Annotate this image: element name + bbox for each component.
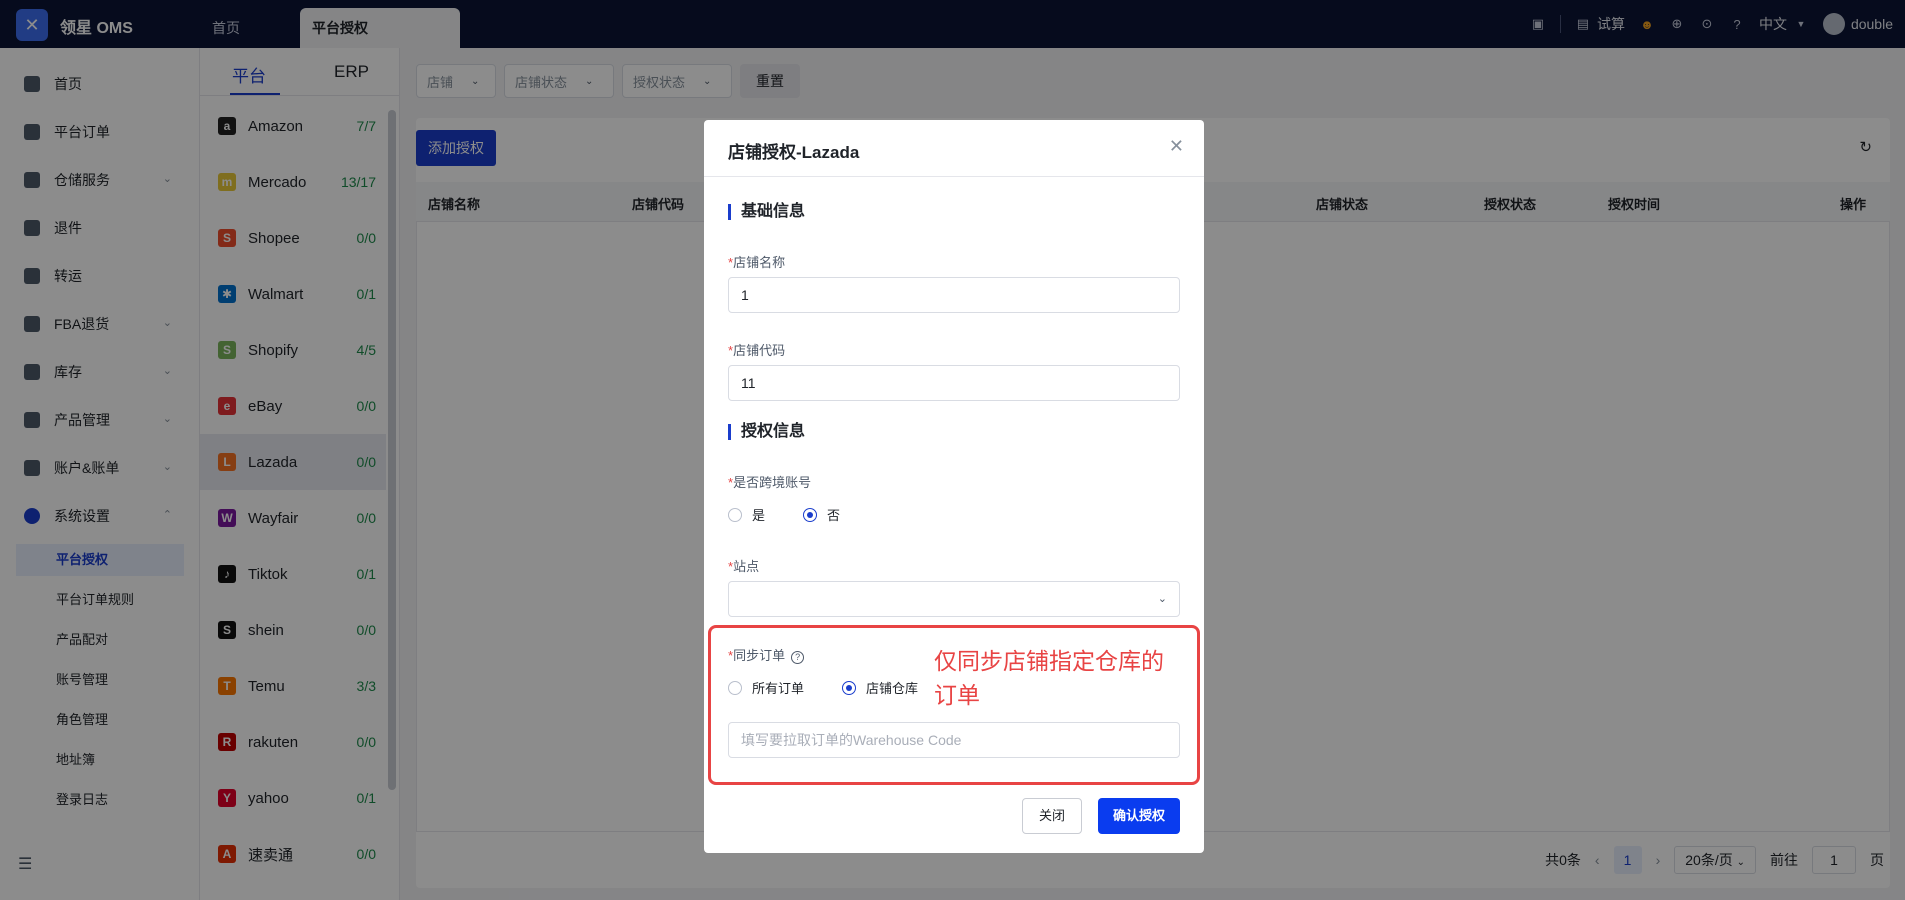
confirm-auth-button[interactable]: 确认授权: [1098, 798, 1180, 834]
store-code-label: *店铺代码: [728, 340, 785, 359]
store-auth-dialog: 店铺授权-Lazada ✕ 基础信息 *店铺名称 1 *店铺代码 11 授权信息…: [704, 120, 1204, 853]
radio-label: 店铺仓库: [866, 681, 919, 696]
annotation-note: 仅同步店铺指定仓库的订单: [934, 648, 1164, 708]
question-icon[interactable]: ?: [791, 651, 805, 664]
cross-border-radio-group: 是 否: [728, 505, 840, 524]
sync-store-warehouse-radio[interactable]: [842, 680, 857, 695]
cross-border-yes-radio[interactable]: [728, 507, 742, 522]
label-text: 站点: [733, 559, 760, 574]
label-text: 同步订单: [733, 648, 786, 663]
radio-label: 是: [752, 508, 766, 523]
store-code-input[interactable]: 11: [728, 365, 1180, 401]
section-basic-info: 基础信息: [728, 204, 805, 220]
site-select[interactable]: ⌄: [728, 581, 1180, 617]
dialog-header: 店铺授权-Lazada ✕: [704, 120, 1204, 177]
store-name-label: *店铺名称: [728, 252, 785, 271]
label-text: 店铺代码: [733, 343, 786, 358]
sync-orders-radio-group: 所有订单 店铺仓库: [728, 678, 918, 697]
store-name-input[interactable]: 1: [728, 277, 1180, 313]
sync-orders-label: *同步订单?: [728, 645, 805, 664]
dialog-title: 店铺授权-Lazada: [728, 143, 860, 162]
site-label: *站点: [728, 556, 759, 575]
close-button[interactable]: 关闭: [1022, 798, 1082, 834]
radio-label: 所有订单: [752, 681, 805, 696]
section-auth-info: 授权信息: [728, 424, 805, 440]
sync-all-orders-radio[interactable]: [728, 680, 742, 695]
chevron-down-icon: ⌄: [1157, 593, 1167, 605]
warehouse-code-input[interactable]: 填写要拉取订单的Warehouse Code: [728, 722, 1180, 758]
label-text: 店铺名称: [733, 255, 786, 270]
label-text: 是否跨境账号: [733, 475, 812, 490]
radio-label: 否: [827, 508, 841, 523]
close-icon[interactable]: ✕: [1169, 136, 1184, 157]
cross-border-label: *是否跨境账号: [728, 472, 811, 491]
cross-border-no-radio[interactable]: [803, 507, 818, 522]
